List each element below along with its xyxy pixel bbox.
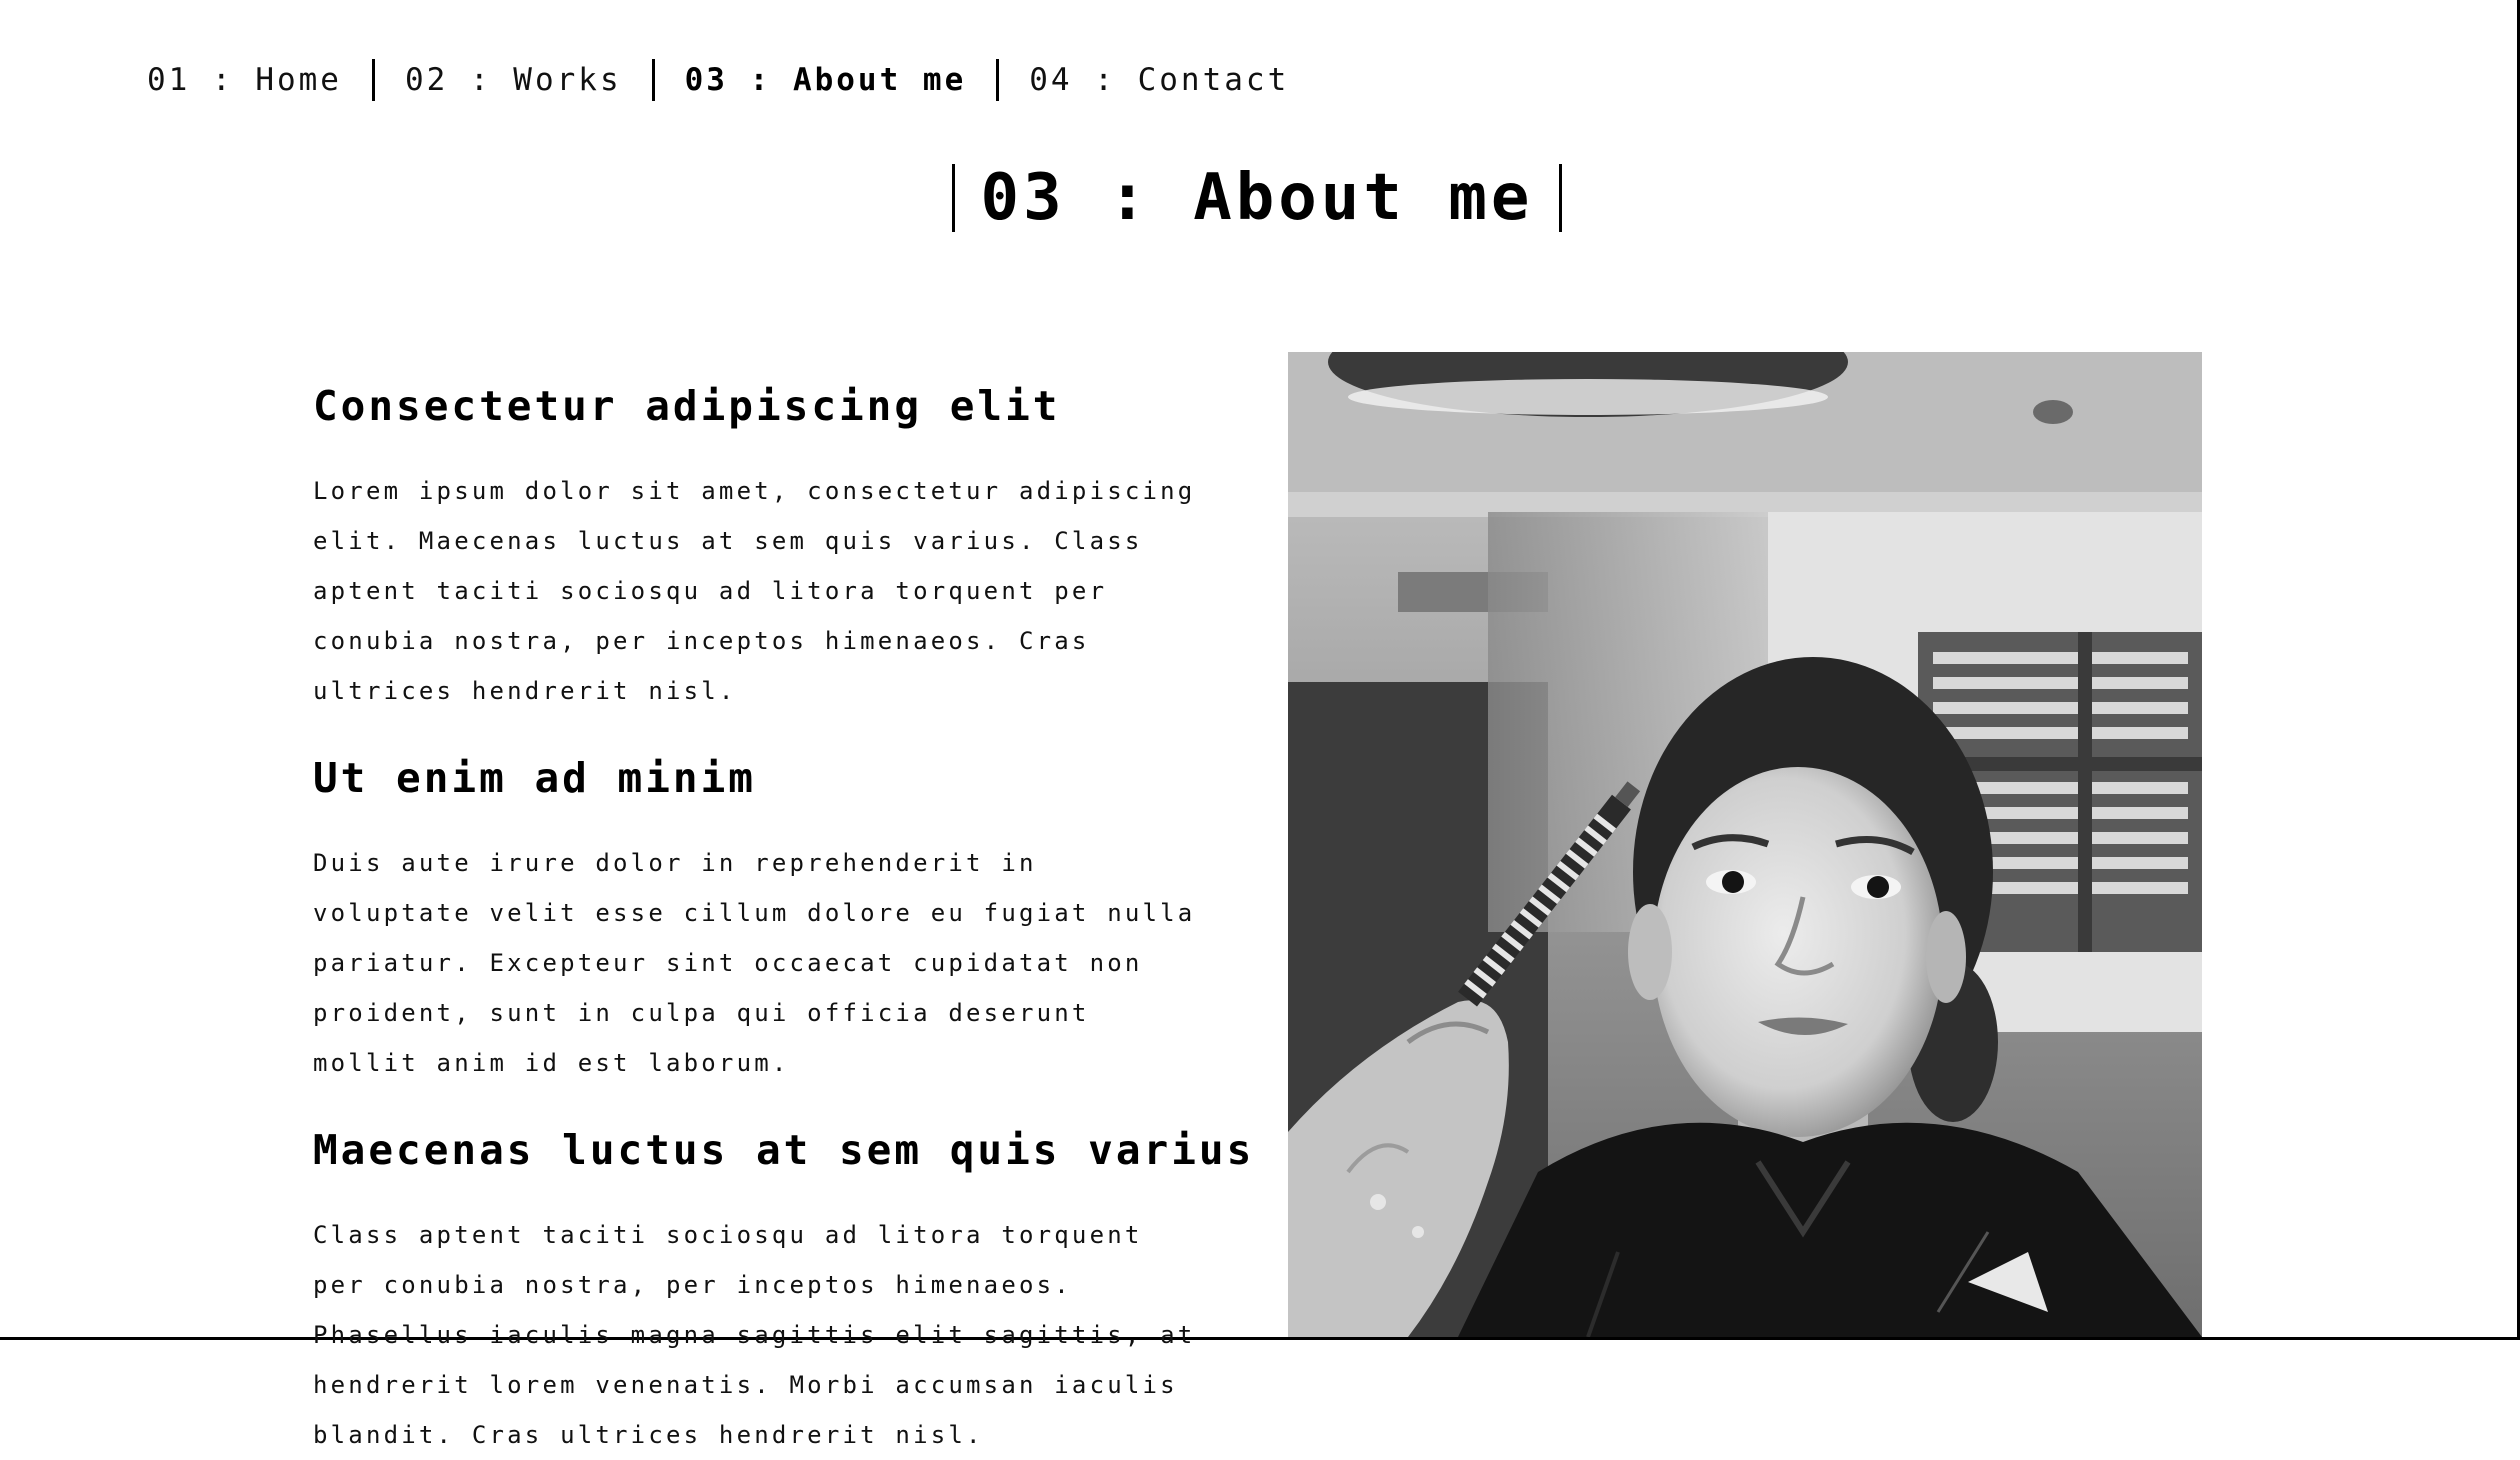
- heading-bar-right: [1559, 164, 1562, 232]
- about-block: Ut enim ad minim Duis aute irure dolor i…: [313, 752, 1213, 1088]
- block-heading: Maecenas luctus at sem quis varius: [313, 1126, 1255, 1174]
- block-text: Lorem ipsum dolor sit amet, consectetur …: [313, 477, 1196, 705]
- nav-item-works[interactable]: 02 : Works: [405, 62, 622, 98]
- portrait-illustration: [1288, 352, 2202, 1337]
- nav-item-home[interactable]: 01 : Home: [147, 62, 342, 98]
- nav-divider: [651, 59, 655, 101]
- block-text: Class aptent taciti sociosqu ad litora t…: [313, 1221, 1196, 1449]
- about-block: Maecenas luctus at sem quis varius Class…: [313, 1124, 1255, 1460]
- page-title: 03 : About me: [980, 161, 1534, 235]
- block-text: Duis aute irure dolor in reprehenderit i…: [313, 849, 1196, 1077]
- about-block: Consectetur adipiscing elit Lorem ipsum …: [313, 380, 1213, 716]
- main-nav: 01 : Home 02 : Works 03 : About me 04 : …: [147, 58, 1289, 102]
- block-heading: Ut enim ad minim: [313, 754, 756, 802]
- nav-divider: [371, 59, 375, 101]
- nav-item-contact[interactable]: 04 : Contact: [1029, 62, 1289, 98]
- nav-item-about[interactable]: 03 : About me: [685, 62, 967, 98]
- portrait-photo: [1288, 352, 2202, 1337]
- section-heading: 03 : About me: [952, 164, 1564, 232]
- nav-divider: [996, 59, 1000, 101]
- about-content: Consectetur adipiscing elit Lorem ipsum …: [313, 380, 1255, 1460]
- block-heading: Consectetur adipiscing elit: [313, 382, 1061, 430]
